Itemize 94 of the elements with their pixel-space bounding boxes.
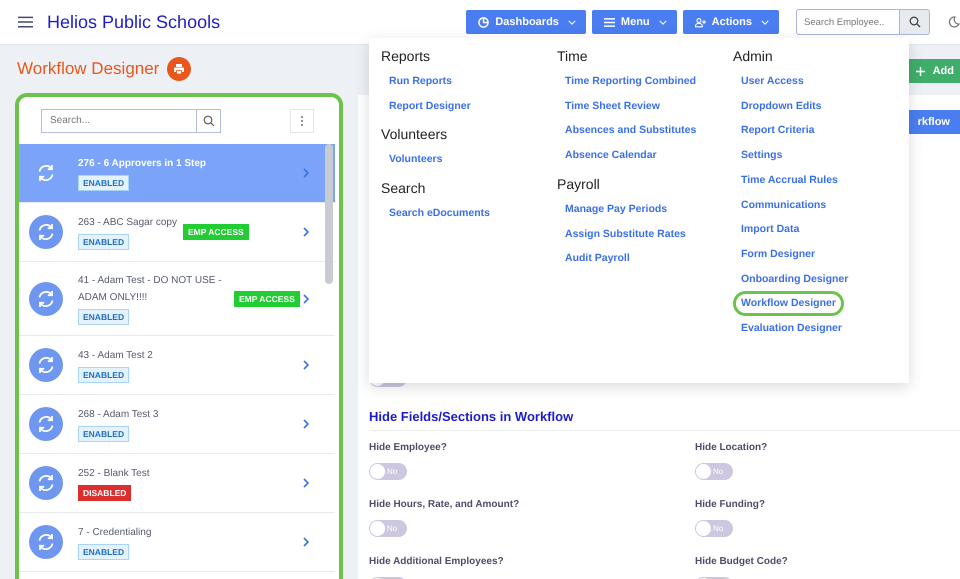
menu-link[interactable]: Search eDocuments — [381, 201, 498, 226]
pie-chart-icon — [478, 16, 490, 28]
workflow-list-item[interactable]: 268 - Adam Test 3 ENABLED — [19, 395, 335, 454]
search-icon — [202, 114, 214, 126]
kebab-icon — [300, 114, 304, 126]
field-label: Hide Funding? — [695, 499, 765, 510]
menu-heading: Payroll — [557, 176, 600, 192]
menu-link[interactable]: Evaluation Designer — [733, 316, 850, 341]
moon-icon[interactable] — [948, 16, 960, 28]
menu-heading: Volunteers — [381, 126, 448, 142]
refresh-icon — [29, 466, 63, 500]
status-badge: ENABLED — [78, 367, 130, 383]
menu-heading: Time — [557, 48, 588, 64]
chevron-right-icon — [303, 294, 309, 304]
status-badge: DISABLED — [78, 485, 132, 501]
app-title: Helios Public Schools — [47, 12, 220, 32]
menu-link[interactable]: Report Designer — [381, 94, 479, 118]
field-label: Hide Additional Employees? — [369, 556, 504, 567]
nav-button[interactable]: Actions — [682, 10, 779, 34]
chevron-right-icon — [303, 168, 309, 178]
menu-link[interactable]: Assign Substitute Rates — [557, 222, 694, 246]
field-label: Hide Hours, Rate, and Amount? — [369, 499, 520, 510]
menu-icon — [604, 16, 615, 28]
workflow-list-item[interactable]: 7 - Credentialing ENABLED — [19, 513, 335, 572]
workflow-name: 7 - Credentialing — [78, 526, 152, 540]
menu-link[interactable]: Workflow Designer — [733, 291, 844, 316]
field-label: Hide Budget Code? — [695, 556, 788, 567]
menu-link[interactable]: Settings — [733, 143, 790, 168]
nav-button[interactable]: Menu — [592, 10, 677, 34]
workflow-name: 252 - Blank Test — [78, 467, 150, 481]
workflow-name: 263 - ABC Sagar copy — [78, 216, 177, 230]
menu-link[interactable]: Time Sheet Review — [557, 94, 668, 118]
chevron-right-icon — [303, 478, 309, 488]
refresh-icon — [29, 215, 63, 249]
caret-icon — [658, 20, 667, 24]
caret-icon — [761, 20, 769, 24]
access-badge: EMP ACCESS — [234, 290, 300, 306]
employee-search-field[interactable]: Search Employee.. — [796, 9, 900, 35]
scrollbar[interactable] — [325, 144, 333, 284]
menu-link[interactable]: Form Designer — [733, 242, 824, 267]
workflow-list-item[interactable]: 41 - Adam Test - DO NOT USE - ADAM ONLY!!!! ENABLED EMP ACCESS — [19, 262, 335, 336]
menu-icon[interactable] — [18, 16, 33, 28]
menu-link[interactable]: Absence Calendar — [557, 143, 665, 168]
menu-link[interactable]: Import Data — [733, 217, 808, 242]
chevron-right-icon — [303, 419, 309, 429]
field-label: Hide Employee? — [369, 442, 447, 453]
status-badge: ENABLED — [78, 234, 130, 250]
workflow-name: 41 - Adam Test - DO NOT USE - ADAM ONLY!!!! — [78, 274, 223, 305]
workflow-list-item[interactable]: 276 - 6 Approvers in 1 Step ENABLED — [19, 144, 335, 203]
menu-link[interactable]: Report Criteria — [733, 118, 823, 144]
section-title: Hide Fields/Sections in Workflow — [369, 409, 960, 431]
menu-link[interactable]: User Access — [733, 69, 812, 94]
refresh-icon — [29, 348, 63, 382]
search-field[interactable]: Search... — [41, 108, 197, 132]
menu-link[interactable]: Manage Pay Periods — [557, 196, 676, 222]
field-label: Hide Location? — [695, 442, 768, 453]
workflow-list-item[interactable]: 43 - Adam Test 2 ENABLED — [19, 336, 335, 395]
print-button[interactable] — [167, 57, 192, 81]
refresh-icon — [29, 407, 63, 441]
menu-link[interactable]: Communications — [733, 192, 834, 218]
menu-heading: Reports — [381, 48, 430, 64]
workflow-name: 43 - Adam Test 2 — [78, 349, 153, 363]
page-title: Workflow Designer — [17, 59, 160, 79]
menu-heading: Admin — [733, 48, 773, 64]
status-badge: ENABLED — [78, 309, 130, 325]
status-badge: ENABLED — [78, 544, 130, 560]
menu-link[interactable]: Dropdown Edits — [733, 94, 830, 118]
menu-link[interactable]: Time Accrual Rules — [733, 168, 846, 193]
workflow-name: 276 - 6 Approvers in 1 Step — [78, 157, 206, 171]
refresh-icon — [29, 282, 63, 316]
chevron-right-icon — [303, 537, 309, 547]
status-badge: ENABLED — [78, 175, 130, 191]
menu-link[interactable]: Absences and Substitutes — [557, 118, 704, 144]
menu-link[interactable]: Volunteers — [381, 147, 450, 172]
workflow-list-item[interactable]: 252 - Blank Test DISABLED — [19, 454, 335, 513]
status-badge: ENABLED — [78, 426, 130, 442]
menu-link[interactable]: Time Reporting Combined — [557, 69, 704, 94]
search-icon — [908, 16, 920, 28]
search-button[interactable] — [900, 9, 930, 35]
access-badge: EMP ACCESS — [182, 224, 249, 240]
refresh-icon — [29, 525, 63, 559]
search-button[interactable] — [197, 108, 221, 132]
menu-link[interactable]: Onboarding Designer — [733, 266, 856, 292]
menu-link[interactable]: Audit Payroll — [557, 246, 638, 271]
chevron-right-icon — [303, 227, 309, 237]
menu-heading: Search — [381, 180, 426, 196]
nav-button[interactable]: Dashboards — [466, 10, 586, 34]
chevron-right-icon — [303, 360, 309, 370]
printer-icon — [173, 63, 186, 75]
menu-link[interactable]: Run Reports — [381, 69, 460, 94]
workflow-name: 268 - Adam Test 3 — [78, 408, 158, 422]
plus-icon — [916, 66, 925, 76]
add-user-icon — [694, 16, 706, 28]
caret-icon — [568, 20, 576, 24]
